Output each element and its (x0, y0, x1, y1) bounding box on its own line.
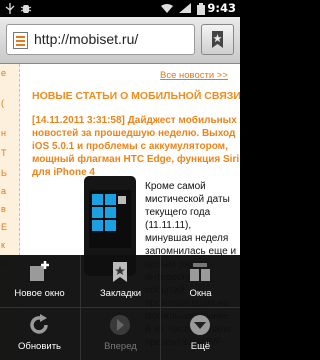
sidebar-snippet[interactable]: ( (1, 98, 4, 108)
menu-forward[interactable]: Вперед (81, 308, 160, 360)
menu-refresh[interactable]: Обновить (0, 308, 79, 360)
battery-icon (197, 3, 205, 15)
menu-item-label: Ещё (190, 341, 211, 352)
all-news-link[interactable]: Все новости >> (160, 70, 240, 84)
menu-item-label: Обновить (17, 341, 61, 352)
sidebar-snippet[interactable]: Т (1, 148, 7, 158)
news-section-heading: НОВЫЕ СТАТЬИ О МОБИЛЬНОЙ СВЯЗИ (32, 90, 240, 102)
menu-windows[interactable]: Окна (161, 255, 240, 307)
menu-bookmarks[interactable]: Закладки (81, 255, 160, 307)
bookmarks-icon (113, 262, 127, 282)
url-field[interactable]: http://mobiset.ru/ (6, 24, 195, 55)
refresh-icon (30, 314, 48, 334)
sidebar-snippet[interactable]: Ь (1, 168, 7, 178)
sidebar-snippet[interactable]: а (1, 186, 6, 196)
bookmark-icon (212, 31, 223, 48)
wifi-icon (161, 4, 173, 13)
menu-item-label: Новое окно (14, 288, 65, 299)
more-icon (190, 315, 210, 335)
menu-item-label: Окна (189, 288, 212, 299)
news-title-link[interactable]: [14.11.2011 3:31:58] Дайджест мобильных … (32, 114, 240, 179)
menu-item-label: Вперед (104, 341, 137, 352)
forward-icon (110, 315, 130, 335)
options-menu: Новое окно Закладки Окна Обновить Вперед (0, 255, 240, 360)
phone-screen (89, 190, 131, 248)
status-bar: 9:43 (0, 0, 240, 17)
sidebar-snippet[interactable]: в (1, 204, 6, 214)
menu-new-window[interactable]: Новое окно (0, 255, 79, 307)
site-favicon-icon (13, 32, 28, 49)
bookmark-button[interactable] (201, 24, 234, 55)
signal-icon (179, 3, 191, 13)
menu-item-label: Закладки (99, 288, 142, 299)
sidebar-snippet[interactable]: н (1, 128, 6, 138)
sidebar-snippet[interactable]: Е (1, 222, 7, 232)
sidebar-snippet[interactable]: е (1, 68, 6, 78)
bug-icon (20, 5, 32, 13)
windows-icon (190, 263, 210, 281)
new-window-icon (30, 261, 49, 281)
sidebar-snippet[interactable]: к (1, 240, 5, 250)
status-time: 9:43 (207, 1, 236, 15)
url-text[interactable]: http://mobiset.ru/ (34, 31, 138, 47)
usb-icon (5, 3, 15, 14)
browser-toolbar: http://mobiset.ru/ (0, 17, 240, 64)
menu-more[interactable]: Ещё (161, 308, 240, 360)
